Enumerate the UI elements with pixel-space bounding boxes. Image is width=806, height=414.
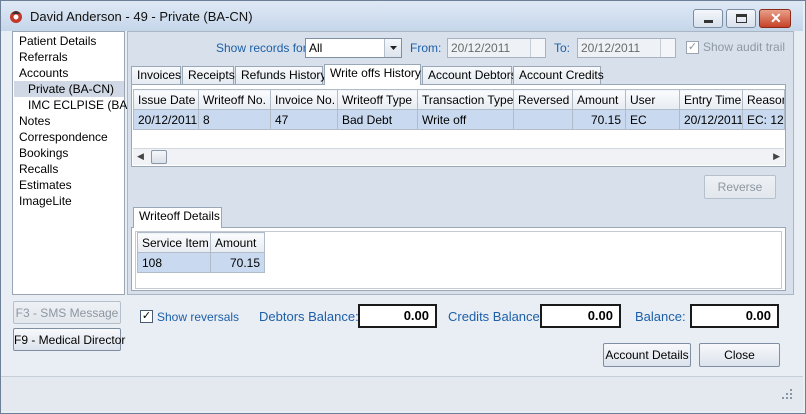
credits-balance-label: Credits Balance: (448, 309, 544, 324)
debtors-balance-value: 0.00 (358, 304, 437, 328)
minimize-icon (704, 20, 713, 23)
chevron-down-icon[interactable] (384, 39, 401, 57)
sidebar: Patient Details Referrals Accounts Priva… (12, 31, 140, 295)
column-header[interactable]: Reason (742, 89, 785, 110)
to-label: To: (554, 41, 571, 55)
balance-label: Balance: (635, 309, 686, 324)
sidebar-item-correspondence[interactable]: Correspondence (19, 129, 108, 145)
scroll-thumb[interactable] (151, 150, 167, 164)
sidebar-item-private-account[interactable]: Private (BA-CN) (14, 81, 124, 97)
column-header[interactable]: Invoice No. (270, 89, 338, 110)
maximize-icon (736, 14, 747, 23)
app-logo-icon (8, 8, 24, 24)
table-cell: EC: 123 (742, 109, 785, 130)
column-header[interactable]: User (625, 89, 680, 110)
sidebar-item-accounts[interactable]: Accounts (19, 65, 68, 81)
table-cell: 70.15 (572, 109, 626, 130)
show-reversals-checkbox[interactable]: ✓ (140, 310, 153, 323)
tab-refunds-history[interactable]: Refunds History (235, 66, 326, 85)
medical-director-button[interactable]: F9 - Medical Director (13, 328, 125, 351)
column-header[interactable]: Amount (572, 89, 626, 110)
sidebar-item-estimates[interactable]: Estimates (19, 177, 72, 193)
column-header[interactable]: Entry Time (679, 89, 743, 110)
from-date-input[interactable]: 20/12/2011 (447, 38, 546, 58)
writeoffs-header-row: Issue Date Writeoff No. Invoice No. Writ… (133, 89, 785, 110)
table-cell: 108 (137, 252, 211, 273)
sidebar-item-patient-details[interactable]: Patient Details (19, 33, 96, 49)
column-header[interactable]: Transaction Type (417, 89, 514, 110)
tab-writeoff-details[interactable]: Writeoff Details (133, 207, 222, 228)
reverse-button[interactable]: Reverse (704, 175, 776, 199)
column-header[interactable]: Writeoff Type (337, 89, 418, 110)
sidebar-item-bookings[interactable]: Bookings (19, 145, 68, 161)
account-details-button[interactable]: Account Details (603, 343, 691, 367)
table-cell: EC (625, 109, 680, 130)
table-cell: 47 (270, 109, 338, 130)
tab-invoices[interactable]: Invoices (131, 66, 181, 85)
scroll-left-icon[interactable]: ◀ (137, 151, 144, 162)
status-bar (1, 376, 803, 411)
sidebar-item-referrals[interactable]: Referrals (19, 49, 68, 65)
close-icon: ✕ (770, 10, 782, 26)
column-header[interactable]: Amount (210, 232, 265, 253)
close-button[interactable]: Close (699, 343, 780, 367)
writeoffs-table: Issue Date Writeoff No. Invoice No. Writ… (133, 89, 785, 130)
column-header[interactable]: Service Item (137, 232, 211, 253)
tab-account-debtors[interactable]: Account Debtors (422, 66, 517, 85)
show-records-select[interactable]: All (305, 38, 402, 58)
calendar-icon[interactable] (530, 39, 545, 57)
sidebar-item-imagelite[interactable]: ImageLite (19, 193, 72, 209)
sidebar-item-imc-eclipse[interactable]: IMC ECLPISE (BA-C (28, 97, 140, 113)
horizontal-scrollbar[interactable]: ◀ ▶ (133, 148, 784, 165)
tab-account-credits[interactable]: Account Credits (513, 66, 604, 85)
sidebar-item-recalls[interactable]: Recalls (19, 161, 58, 177)
from-label: From: (410, 41, 442, 55)
column-header[interactable]: Issue Date (133, 89, 199, 110)
table-cell: 20/12/2011 1 (679, 109, 743, 130)
tab-receipts[interactable]: Receipts (182, 66, 235, 85)
audit-trail-checkbox[interactable]: ✓ (686, 41, 699, 54)
table-cell: Write off (417, 109, 514, 130)
scroll-right-icon[interactable]: ▶ (773, 151, 780, 162)
table-row[interactable]: 20/12/2011 8 47 Bad Debt Write off 70.15… (133, 109, 785, 130)
details-header-row: Service Item Amount (137, 232, 265, 253)
column-header[interactable]: Reversed (513, 89, 573, 110)
window-title: David Anderson - 49 - Private (BA-CN) (30, 9, 253, 24)
table-cell (513, 109, 573, 130)
to-date-input[interactable]: 20/12/2011 (577, 38, 676, 58)
from-date-value: 20/12/2011 (451, 41, 511, 55)
calendar-icon[interactable] (660, 39, 675, 57)
credits-balance-value: 0.00 (540, 304, 621, 328)
show-reversals-label: Show reversals (157, 310, 240, 324)
column-header[interactable]: Writeoff No. (198, 89, 271, 110)
tab-write-offs-history[interactable]: Write offs History (324, 64, 421, 85)
sms-message-button[interactable]: F3 - SMS Message (13, 301, 121, 324)
show-records-value: All (309, 41, 323, 55)
table-cell: Bad Debt (337, 109, 418, 130)
maximize-button[interactable] (726, 9, 756, 28)
close-window-button[interactable]: ✕ (759, 9, 791, 28)
minimize-button[interactable] (693, 9, 723, 28)
show-records-label: Show records for: (216, 41, 311, 55)
table-cell: 8 (198, 109, 271, 130)
audit-trail-label: Show audit trail (703, 40, 786, 54)
to-date-value: 20/12/2011 (581, 41, 641, 55)
debtors-balance-label: Debtors Balance: (259, 309, 359, 324)
table-row[interactable]: 108 70.15 (137, 252, 265, 273)
sidebar-item-notes[interactable]: Notes (19, 113, 50, 129)
table-cell: 70.15 (210, 252, 265, 273)
balance-value: 0.00 (690, 304, 779, 328)
resize-grip-icon[interactable] (777, 384, 795, 405)
table-cell: 20/12/2011 (133, 109, 199, 130)
writeoff-details-table: Service Item Amount 108 70.15 (137, 232, 265, 273)
